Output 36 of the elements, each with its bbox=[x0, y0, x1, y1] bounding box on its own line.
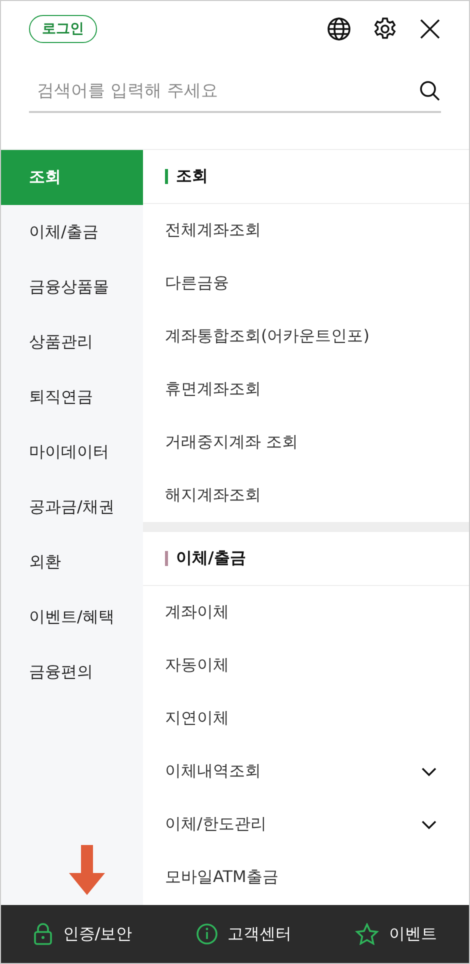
menu-item[interactable]: 지연이체 bbox=[143, 692, 469, 745]
menu-item[interactable]: 이체내역조회 bbox=[143, 745, 469, 798]
sidebar-item[interactable]: 이벤트/혜택 bbox=[1, 590, 143, 645]
menu-item[interactable]: 계좌통합조회(어카운트인포) bbox=[143, 310, 469, 363]
down-arrow-icon bbox=[67, 845, 107, 895]
menu-item[interactable]: 전체계좌조회 bbox=[143, 204, 469, 257]
footer-button[interactable]: 인증/보안 bbox=[26, 922, 138, 946]
menu-item[interactable]: 다른금융 bbox=[143, 257, 469, 310]
info-icon bbox=[196, 923, 218, 945]
sidebar-item[interactable]: 금융편의 bbox=[1, 645, 143, 700]
sidebar-item[interactable]: 외환 bbox=[1, 535, 143, 590]
globe-icon[interactable] bbox=[327, 17, 351, 41]
menu-item[interactable]: 모바일ATM출금 bbox=[143, 851, 469, 904]
menu-item[interactable]: 해지계좌조회 bbox=[143, 469, 469, 522]
sidebar-item[interactable]: 상품관리 bbox=[1, 315, 143, 370]
menu-item[interactable]: 이체/한도관리 bbox=[143, 798, 469, 851]
section-title: 조회 bbox=[176, 166, 208, 187]
search-icon[interactable] bbox=[419, 80, 441, 102]
star-icon bbox=[355, 923, 380, 945]
close-icon[interactable] bbox=[419, 18, 441, 40]
footer-button[interactable]: 고객센터 bbox=[190, 922, 298, 946]
menu-item[interactable]: 휴면계좌조회 bbox=[143, 363, 469, 416]
menu-item[interactable]: 자동이체 bbox=[143, 639, 469, 692]
sidebar-item[interactable]: 마이데이터 bbox=[1, 425, 143, 480]
sidebar-item[interactable]: 금융상품몰 bbox=[1, 260, 143, 315]
login-button[interactable]: 로그인 bbox=[29, 15, 97, 43]
section-title: 이체/출금 bbox=[176, 548, 246, 569]
footer-button[interactable]: 이벤트 bbox=[349, 922, 444, 946]
sidebar-item[interactable]: 퇴직연금 bbox=[1, 370, 143, 425]
lock-icon bbox=[32, 923, 53, 945]
sidebar-item[interactable]: 조회 bbox=[1, 150, 143, 205]
sidebar-item[interactable]: 공과금/채권 bbox=[1, 480, 143, 535]
settings-icon[interactable] bbox=[373, 17, 397, 41]
menu-item[interactable]: 계좌이체 bbox=[143, 586, 469, 639]
sidebar-item[interactable]: 이체/출금 bbox=[1, 205, 143, 260]
menu-item[interactable]: 거래중지계좌 조회 bbox=[143, 416, 469, 469]
